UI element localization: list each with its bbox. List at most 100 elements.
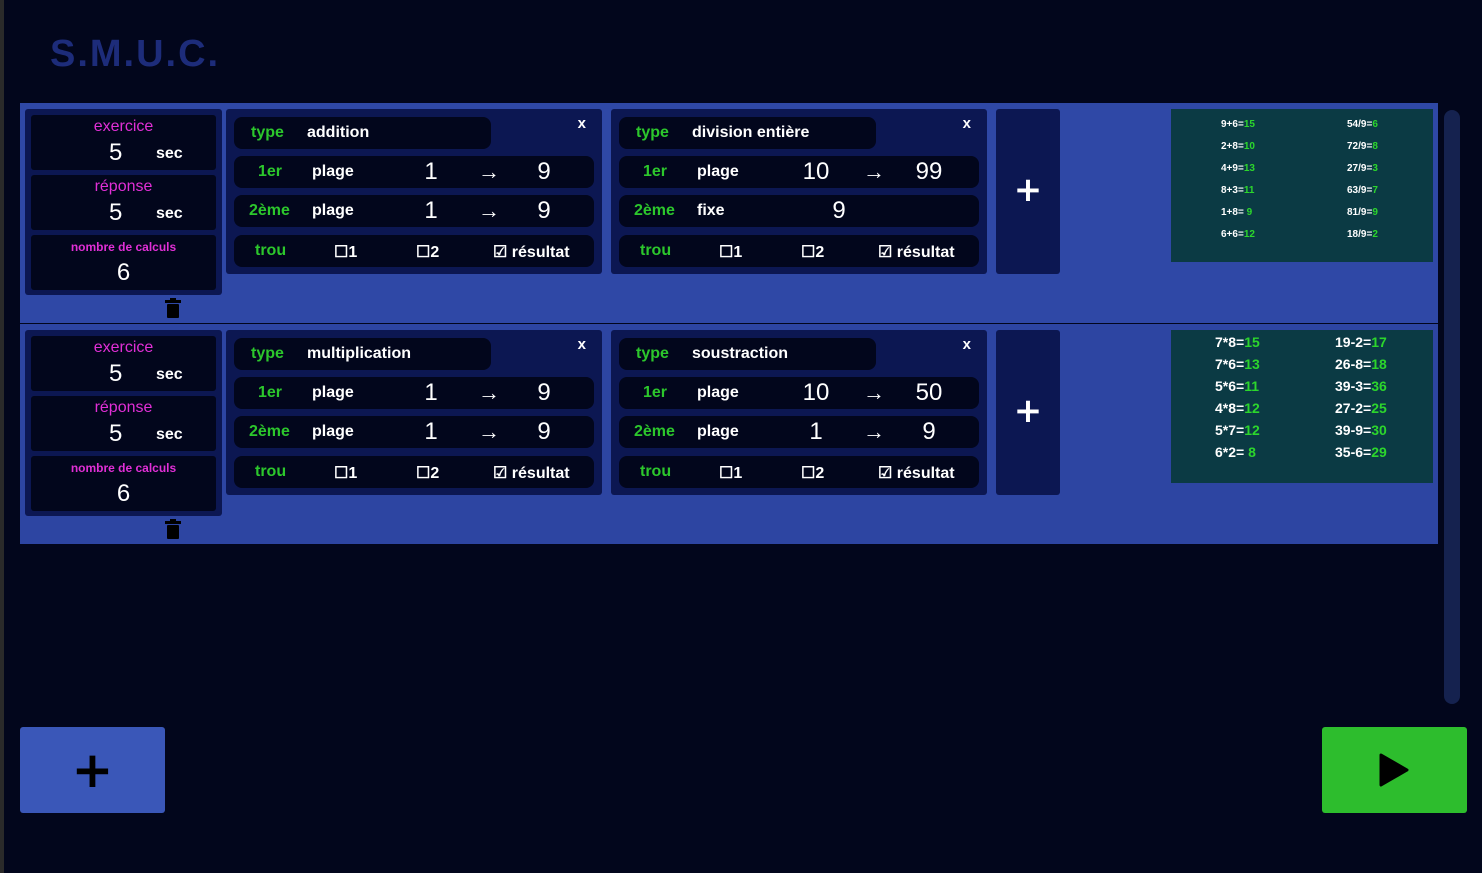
exercise-time-label: exercice [93, 339, 154, 356]
hole-row: trou ☐1 ☐2 ☑ résultat [234, 456, 594, 488]
add-group-button[interactable]: + [20, 727, 165, 813]
answer-time-field[interactable]: réponse 5 sec [31, 396, 216, 451]
hole-result-checkbox[interactable]: ☑ résultat [493, 463, 570, 483]
preview-item: 6+6=12 [1221, 229, 1255, 240]
arrow-right-icon: → [863, 419, 885, 444]
second-operand-label: 2ème [634, 423, 675, 440]
first-from-input[interactable]: 1 [411, 158, 451, 186]
second-operand-row: 2ème plage 1 → 9 [234, 416, 594, 448]
hole-1-checkbox[interactable]: ☐1 [719, 242, 742, 262]
first-operand-row: 1er plage 1 → 9 [234, 377, 594, 409]
exercise-time-unit: sec [156, 145, 183, 162]
hole-result-checkbox[interactable]: ☑ résultat [878, 242, 955, 262]
type-select[interactable]: soustraction [692, 345, 788, 363]
hole-2-checkbox[interactable]: ☐2 [801, 463, 824, 483]
hole-2-checkbox[interactable]: ☐2 [801, 242, 824, 262]
play-button[interactable] [1322, 727, 1467, 813]
first-mode-select[interactable]: plage [697, 384, 739, 402]
hole-2-checkbox[interactable]: ☐2 [416, 463, 439, 483]
hole-row: trou ☐1 ☐2 ☑ résultat [234, 235, 594, 267]
window-edge [0, 0, 4, 873]
type-select[interactable]: division entière [692, 124, 809, 142]
preview-panel: 9+6=15 2+8=10 4+9=13 8+3=11 1+8= 9 6+6=1… [1171, 109, 1433, 262]
type-row[interactable]: type soustraction [619, 338, 876, 370]
exercise-time-field[interactable]: exercice 5 sec [31, 115, 216, 170]
preview-item: 27/9=3 [1347, 163, 1378, 174]
preview-item: 63/9=7 [1347, 185, 1378, 196]
answer-time-value[interactable]: 5 [109, 420, 122, 448]
preview-item: 9+6=15 [1221, 119, 1255, 130]
arrow-right-icon: → [478, 380, 500, 405]
second-mode-select[interactable]: fixe [697, 202, 725, 220]
second-from-input[interactable]: 1 [796, 418, 836, 446]
second-mode-select[interactable]: plage [312, 423, 354, 441]
hole-1-checkbox[interactable]: ☐1 [334, 463, 357, 483]
plus-icon: + [1013, 170, 1043, 210]
preview-item: 54/9=6 [1347, 119, 1378, 130]
hole-result-checkbox[interactable]: ☑ résultat [493, 242, 570, 262]
hole-2-checkbox[interactable]: ☐2 [416, 242, 439, 262]
second-operand-row: 2ème plage 1 → 9 [619, 416, 979, 448]
answer-time-unit: sec [156, 426, 183, 443]
operation-card: type multiplication x 1er plage 1 → 9 2è… [226, 330, 602, 495]
close-operation-button[interactable]: x [578, 115, 586, 132]
preview-item: 4+9=13 [1221, 163, 1255, 174]
hole-label: trou [640, 242, 672, 259]
second-from-input[interactable]: 1 [411, 418, 451, 446]
first-to-input[interactable]: 99 [909, 158, 949, 186]
calc-count-field[interactable]: nombre de calculs 6 [31, 456, 216, 511]
second-operand-row: 2ème fixe 9 [619, 195, 979, 227]
calc-count-value[interactable]: 6 [31, 480, 216, 508]
type-row[interactable]: type multiplication [234, 338, 491, 370]
close-operation-button[interactable]: x [963, 115, 971, 132]
hole-row: trou ☐1 ☐2 ☑ résultat [619, 456, 979, 488]
scrollbar[interactable] [1444, 110, 1460, 704]
first-from-input[interactable]: 10 [796, 379, 836, 407]
answer-time-field[interactable]: réponse 5 sec [31, 175, 216, 230]
add-operation-button[interactable]: + [996, 330, 1060, 495]
second-fixed-input[interactable]: 9 [819, 197, 859, 225]
first-to-input[interactable]: 50 [909, 379, 949, 407]
close-operation-button[interactable]: x [963, 336, 971, 353]
second-mode-select[interactable]: plage [697, 423, 739, 441]
first-from-input[interactable]: 1 [411, 379, 451, 407]
close-operation-button[interactable]: x [578, 336, 586, 353]
calc-count-field[interactable]: nombre de calculs 6 [31, 235, 216, 290]
hole-1-checkbox[interactable]: ☐1 [334, 242, 357, 262]
first-mode-select[interactable]: plage [312, 163, 354, 181]
hole-1-checkbox[interactable]: ☐1 [719, 463, 742, 483]
second-to-input[interactable]: 9 [524, 418, 564, 446]
first-mode-select[interactable]: plage [312, 384, 354, 402]
hole-result-checkbox[interactable]: ☑ résultat [878, 463, 955, 483]
preview-item: 35-6=29 [1335, 444, 1387, 460]
type-row[interactable]: type addition [234, 117, 491, 149]
exercise-group: exercice 5 sec réponse 5 sec nombre de c… [20, 103, 1438, 323]
second-to-input[interactable]: 9 [909, 418, 949, 446]
calc-count-value[interactable]: 6 [31, 259, 216, 287]
hole-row: trou ☐1 ☐2 ☑ résultat [619, 235, 979, 267]
exercise-time-value[interactable]: 5 [109, 139, 122, 167]
calc-count-label: nombre de calculs [70, 461, 177, 475]
first-from-input[interactable]: 10 [796, 158, 836, 186]
hole-label: trou [255, 463, 287, 480]
type-select[interactable]: multiplication [307, 345, 411, 363]
trash-icon[interactable] [165, 519, 181, 539]
first-to-input[interactable]: 9 [524, 158, 564, 186]
play-icon [1379, 753, 1409, 787]
first-operand-row: 1er plage 10 → 50 [619, 377, 979, 409]
type-row[interactable]: type division entière [619, 117, 876, 149]
second-mode-select[interactable]: plage [312, 202, 354, 220]
second-operand-label: 2ème [634, 202, 675, 219]
plus-icon: + [1013, 391, 1043, 431]
first-mode-select[interactable]: plage [697, 163, 739, 181]
second-to-input[interactable]: 9 [524, 197, 564, 225]
trash-icon[interactable] [165, 298, 181, 318]
second-from-input[interactable]: 1 [411, 197, 451, 225]
type-select[interactable]: addition [307, 124, 369, 142]
add-operation-button[interactable]: + [996, 109, 1060, 274]
exercise-time-field[interactable]: exercice 5 sec [31, 336, 216, 391]
answer-time-value[interactable]: 5 [109, 199, 122, 227]
exercise-time-value[interactable]: 5 [109, 360, 122, 388]
preview-column: 19-2=17 26-8=18 39-3=36 27-2=25 39-9=30 … [1335, 331, 1387, 463]
first-to-input[interactable]: 9 [524, 379, 564, 407]
